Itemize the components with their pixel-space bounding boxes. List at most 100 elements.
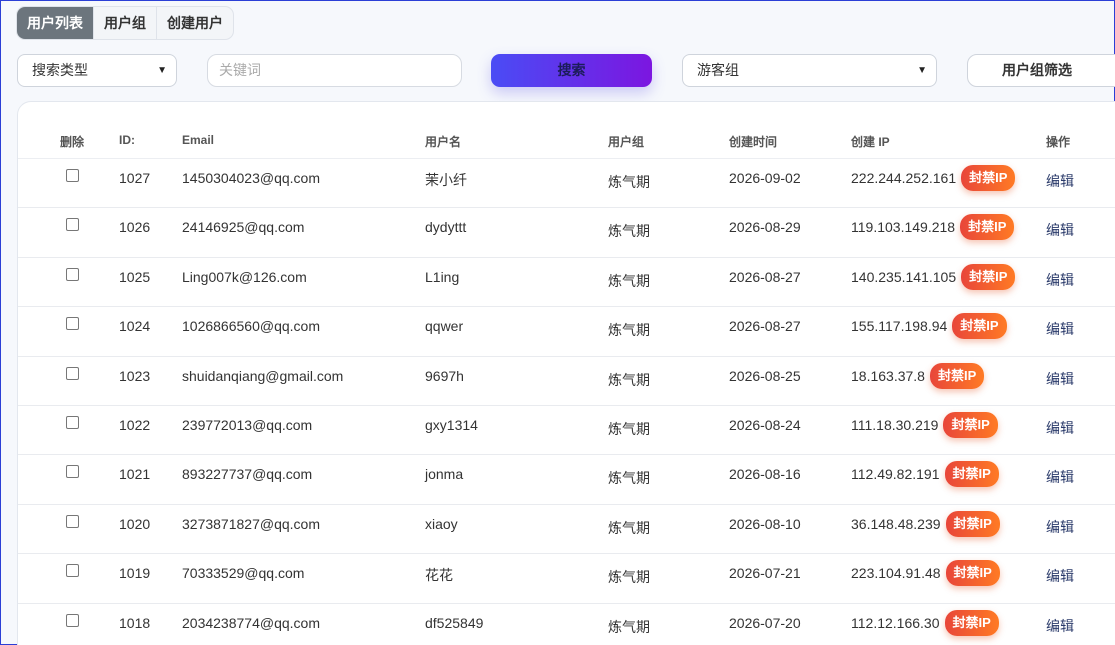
row-ip-cell: 18.163.37.8 封禁IP <box>851 362 985 389</box>
row-username: qqwer <box>425 318 464 335</box>
tab-bar: 用户列表 用户组 创建用户 <box>16 6 234 40</box>
row-ip-cell: 119.103.149.218 封禁IP <box>851 214 1015 241</box>
tab-user-groups[interactable]: 用户组 <box>94 7 157 39</box>
row-ip-cell: 112.49.82.191 封禁IP <box>851 461 999 488</box>
row-delete-checkbox[interactable] <box>66 514 79 528</box>
row-username: gxy1314 <box>425 417 478 433</box>
row-id: 1025 <box>119 268 151 285</box>
row-ip: 112.49.82.191 <box>851 466 940 483</box>
edit-link[interactable]: 编辑 <box>1046 566 1074 586</box>
row-ip: 223.104.91.48 <box>851 565 941 582</box>
row-ip: 140.235.141.105 <box>851 269 957 285</box>
row-delete-checkbox[interactable] <box>66 267 79 281</box>
search-type-select[interactable]: 搜索类型 ▼ <box>17 54 177 87</box>
row-group: 炼气期 <box>608 174 650 190</box>
edit-link[interactable]: 编辑 <box>1046 319 1074 339</box>
row-delete-checkbox[interactable] <box>66 169 79 182</box>
row-email: 2034238774@qq.com <box>182 614 320 631</box>
table-row: 1027 1450304023@qq.com 茉小纤 炼气期 2026-09-02 222… <box>18 159 1115 209</box>
row-group: 炼气期 <box>608 272 650 289</box>
row-username: 9697h <box>425 367 464 384</box>
row-username: df525849 <box>425 614 484 631</box>
edit-link[interactable]: 编辑 <box>1046 171 1074 191</box>
row-delete-checkbox[interactable] <box>66 465 79 479</box>
ban-ip-button[interactable]: 封禁IP <box>943 412 998 438</box>
row-created: 2026-08-24 <box>729 417 801 433</box>
edit-link[interactable]: 编辑 <box>1046 369 1074 389</box>
row-username: dydyttt <box>425 219 467 236</box>
row-delete-checkbox[interactable] <box>66 218 79 232</box>
row-id: 1023 <box>119 367 151 384</box>
header-group: 用户组 <box>608 135 645 149</box>
row-created: 2026-07-21 <box>729 565 801 582</box>
row-username: L1ing <box>425 268 460 285</box>
row-ip: 112.12.166.30 <box>851 614 940 631</box>
header-ip: 创建 IP <box>851 135 890 149</box>
table-row: 1025 Ling007k@126.com L1ing 炼气期 2026-08-27 14… <box>18 258 1115 308</box>
row-email: 3273871827@qq.com <box>182 515 320 532</box>
row-delete-checkbox[interactable] <box>66 564 79 578</box>
group-filter-button[interactable]: 用户组筛选 <box>967 54 1115 87</box>
edit-link[interactable]: 编辑 <box>1046 517 1074 537</box>
row-delete-checkbox[interactable] <box>66 317 79 331</box>
row-id: 1020 <box>119 515 151 532</box>
row-group: 炼气期 <box>608 421 650 437</box>
ban-ip-button[interactable]: 封禁IP <box>944 461 999 488</box>
row-group: 炼气期 <box>608 519 650 536</box>
row-created: 2026-08-16 <box>729 466 801 483</box>
row-email: 70333529@qq.com <box>182 565 305 582</box>
header-email: Email <box>182 133 215 147</box>
row-created: 2026-08-27 <box>729 318 801 335</box>
group-select[interactable]: 游客组 ▼ <box>682 54 937 87</box>
row-ip-cell: 111.18.30.219 封禁IP <box>851 412 998 438</box>
toolbar: 搜索类型 ▼ 关键词 搜索 游客组 ▼ 用户组筛选 <box>1 54 1115 88</box>
ban-ip-button[interactable]: 封禁IP <box>961 263 1016 290</box>
header-username: 用户名 <box>425 135 462 149</box>
row-id: 1022 <box>119 417 151 433</box>
edit-link[interactable]: 编辑 <box>1046 418 1074 438</box>
row-delete-checkbox[interactable] <box>66 613 79 627</box>
row-email: shuidanqiang@gmail.com <box>182 367 344 384</box>
search-button[interactable]: 搜索 <box>491 54 652 87</box>
table-row: 1023 shuidanqiang@gmail.com 9697h 炼气期 2026-0… <box>18 357 1115 406</box>
ban-ip-button[interactable]: 封禁IP <box>960 214 1015 241</box>
row-group: 炼气期 <box>608 223 650 240</box>
row-group: 炼气期 <box>608 618 650 635</box>
row-created: 2026-08-10 <box>729 515 801 532</box>
row-group: 炼气期 <box>608 569 650 586</box>
row-username: xiaoy <box>425 515 458 532</box>
table-row: 1024 1026866560@qq.com qqwer 炼气期 2026-08-27 1… <box>18 307 1115 357</box>
row-email: 1026866560@qq.com <box>182 318 320 335</box>
edit-link[interactable]: 编辑 <box>1046 616 1074 636</box>
row-id: 1026 <box>119 219 151 236</box>
row-ip: 222.244.252.161 <box>851 170 957 187</box>
row-ip: 119.103.149.218 <box>851 219 956 236</box>
row-ip-cell: 155.117.198.94 封禁IP <box>851 313 1007 340</box>
header-delete: 删除 <box>60 135 85 149</box>
row-id: 1027 <box>119 170 151 186</box>
edit-link[interactable]: 编辑 <box>1046 270 1074 290</box>
row-delete-checkbox[interactable] <box>66 416 79 429</box>
header-id: ID: <box>119 133 135 147</box>
row-created: 2026-09-02 <box>729 170 801 186</box>
ban-ip-button[interactable]: 封禁IP <box>929 362 985 389</box>
edit-link[interactable]: 编辑 <box>1046 467 1074 487</box>
keyword-input[interactable]: 关键词 <box>207 54 462 87</box>
ban-ip-button[interactable]: 封禁IP <box>952 313 1007 340</box>
row-username: 花花 <box>425 567 453 584</box>
row-ip-cell: 112.12.166.30 封禁IP <box>851 609 999 636</box>
table-header: 删除 ID: Email 用户名 用户组 创建时间 创建 IP 操作 <box>18 102 1115 159</box>
row-delete-checkbox[interactable] <box>66 366 79 380</box>
row-id: 1019 <box>119 565 151 582</box>
row-id: 1021 <box>119 466 151 483</box>
row-username: jonma <box>425 466 464 483</box>
ban-ip-button[interactable]: 封禁IP <box>944 609 999 636</box>
ban-ip-button[interactable]: 封禁IP <box>945 510 1000 537</box>
tab-user-list[interactable]: 用户列表 <box>17 7 94 39</box>
ban-ip-button[interactable]: 封禁IP <box>945 560 1000 587</box>
ban-ip-button[interactable]: 封禁IP <box>961 165 1016 191</box>
row-group: 炼气期 <box>608 470 650 487</box>
edit-link[interactable]: 编辑 <box>1046 220 1074 240</box>
tab-create-user[interactable]: 创建用户 <box>157 7 233 39</box>
row-created: 2026-08-25 <box>729 367 801 384</box>
